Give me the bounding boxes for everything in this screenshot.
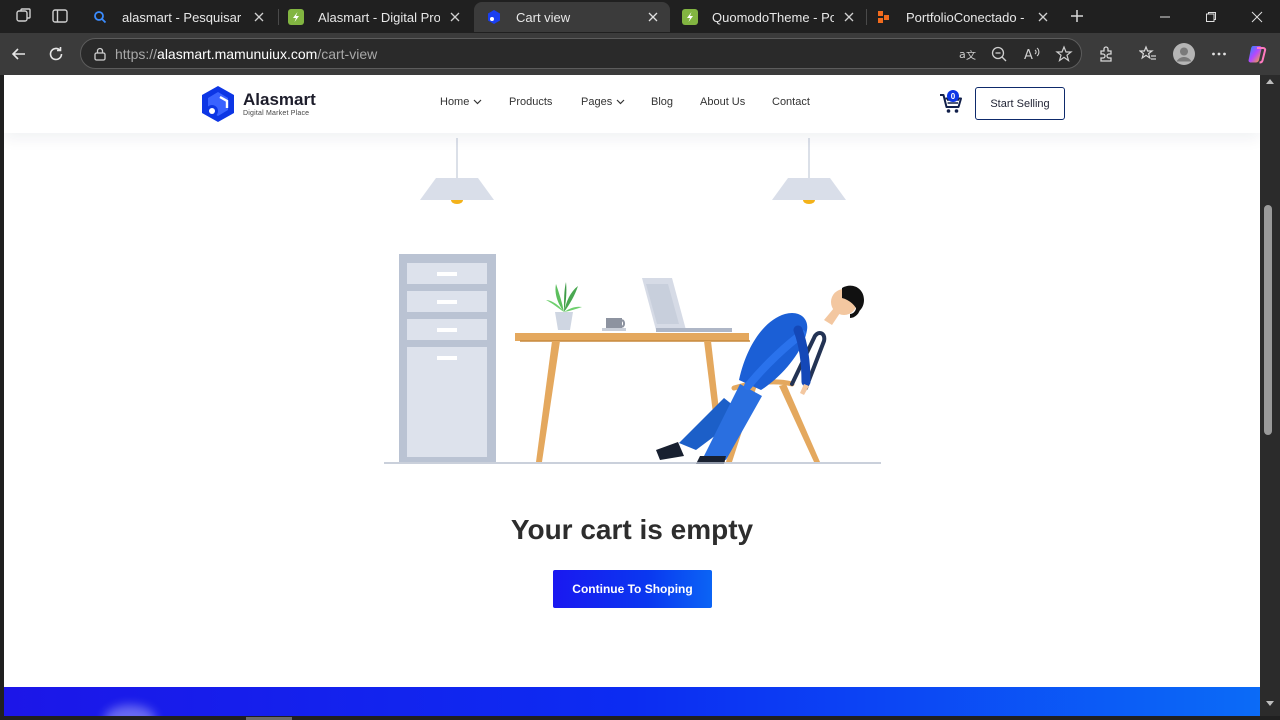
tab-title: alasmart - Pesquisar	[122, 9, 242, 25]
refresh-icon[interactable]	[42, 40, 70, 68]
nav-home[interactable]: Home	[440, 96, 482, 108]
site-info-icon[interactable]	[91, 45, 109, 63]
nav-label: Blog	[651, 96, 674, 108]
chevron-down-icon	[473, 99, 482, 105]
restore-icon[interactable]	[1188, 0, 1234, 33]
continue-shopping-button[interactable]: Continue To Shoping	[553, 570, 712, 608]
scroll-thumb[interactable]	[1264, 205, 1272, 435]
tab-cart-view[interactable]: Cart view	[474, 2, 670, 32]
tab-title: Cart view	[516, 9, 571, 25]
tab-title: QuomodoTheme - Portfolio	[712, 9, 834, 25]
copilot-icon[interactable]	[1243, 40, 1271, 68]
url-path: /cart-view	[317, 46, 378, 62]
nav-label: Products	[509, 96, 553, 108]
extensions-icon[interactable]	[1093, 40, 1121, 68]
read-aloud-icon[interactable]: A	[1021, 43, 1043, 65]
scroll-down-arrow-icon[interactable]	[1266, 701, 1274, 706]
minimize-icon[interactable]	[1142, 0, 1188, 33]
laptop	[642, 278, 732, 332]
url-host: alasmart.mamunuiux.com	[157, 46, 318, 62]
nav-label: Contact	[772, 96, 810, 108]
browser-toolbar: https://alasmart.mamunuiux.com/cart-view…	[0, 33, 1280, 75]
favorite-star-icon[interactable]	[1053, 43, 1075, 65]
translate-icon[interactable]: a文	[956, 43, 978, 65]
coffee-cup	[602, 318, 626, 331]
envato-leaf-icon	[288, 9, 304, 25]
tab-alasmart-product[interactable]: Alasmart - Digital Product	[276, 2, 472, 32]
close-icon[interactable]	[644, 8, 662, 26]
nav-label: Home	[440, 96, 470, 108]
vertical-tabs-icon[interactable]	[47, 4, 73, 28]
alasmart-logo-icon	[202, 86, 234, 122]
nav-about-us[interactable]: About Us	[700, 96, 745, 108]
envato-leaf-icon	[682, 9, 698, 25]
empty-cart-illustration	[384, 138, 881, 464]
ceiling-lamp-left	[420, 138, 494, 204]
potted-plant	[546, 282, 582, 330]
reclining-person	[656, 285, 864, 464]
page-scrollbar[interactable]	[1260, 75, 1280, 716]
brand-logo[interactable]: Alasmart Digital Market Place	[200, 85, 316, 123]
cart-count-badge: 0	[947, 90, 959, 102]
filing-cabinet	[399, 254, 496, 462]
address-bar[interactable]: https://alasmart.mamunuiux.com/cart-view…	[80, 38, 1082, 69]
tab-search[interactable]: alasmart - Pesquisar	[80, 2, 276, 32]
chevron-down-icon	[616, 99, 625, 105]
svg-text:a: a	[959, 48, 966, 61]
zoom-out-icon[interactable]	[988, 43, 1010, 65]
tab-portfolioconectado[interactable]: PortfolioConectado - Rep	[864, 2, 1060, 32]
back-arrow-icon[interactable]	[5, 40, 33, 68]
search-icon	[92, 9, 108, 25]
empty-cart-title: Your cart is empty	[510, 514, 754, 545]
nav-blog[interactable]: Blog	[651, 96, 673, 108]
brand-name: Alasmart	[243, 89, 316, 109]
page-viewport: Alasmart Digital Market Place Home Produ…	[4, 75, 1260, 716]
nav-products[interactable]: Products	[509, 96, 552, 108]
close-icon[interactable]	[446, 8, 464, 26]
favorites-icon[interactable]	[1134, 40, 1162, 68]
footer-glow	[104, 705, 156, 716]
profile-avatar-icon[interactable]	[1170, 40, 1198, 68]
nav-label: About Us	[700, 96, 746, 108]
nav-pages[interactable]: Pages	[581, 96, 625, 108]
brand-text: Alasmart Digital Market Place	[243, 89, 316, 118]
close-icon[interactable]	[840, 8, 858, 26]
footer-band	[4, 687, 1260, 716]
tab-quomodotheme[interactable]: QuomodoTheme - Portfolio	[670, 2, 866, 32]
url-scheme: https://	[115, 46, 158, 62]
orange-dots-icon	[876, 9, 892, 25]
tab-title: Alasmart - Digital Product	[318, 9, 440, 25]
alasmart-logo-icon	[486, 9, 502, 25]
window-close-icon[interactable]	[1234, 0, 1280, 33]
close-icon[interactable]	[250, 8, 268, 26]
scroll-up-arrow-icon[interactable]	[1266, 79, 1274, 84]
nav-label: Pages	[581, 96, 613, 108]
more-menu-icon[interactable]	[1205, 40, 1233, 68]
new-tab-icon[interactable]	[1064, 4, 1090, 28]
browser-tab-strip: alasmart - Pesquisar Alasmart - Digital …	[0, 0, 1280, 33]
ceiling-lamp-right	[772, 138, 846, 204]
svg-text:文: 文	[966, 49, 976, 62]
close-icon[interactable]	[1034, 8, 1052, 26]
site-header: Alasmart Digital Market Place Home Produ…	[4, 75, 1260, 133]
start-selling-button[interactable]: Start Selling	[975, 87, 1065, 120]
workspaces-icon[interactable]	[11, 4, 37, 28]
window-bottom-edge	[0, 716, 1280, 720]
nav-contact[interactable]: Contact	[772, 96, 810, 108]
brand-tagline: Digital Market Place	[243, 109, 310, 117]
svg-text:A: A	[1024, 48, 1033, 63]
address-url: https://alasmart.mamunuiux.com/cart-view	[115, 46, 377, 62]
tab-title: PortfolioConectado - Rep	[906, 9, 1028, 25]
